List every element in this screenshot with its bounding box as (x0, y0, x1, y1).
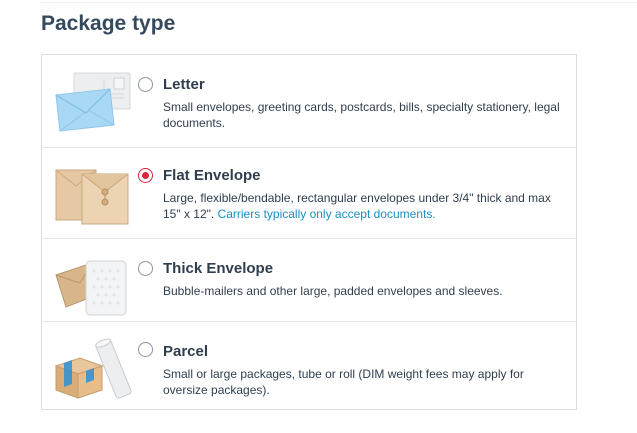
option-description: Small or large packages, tube or roll (D… (163, 366, 571, 398)
section-title: Package type (41, 12, 176, 35)
option-description: Bubble-mailers and other large, padded e… (163, 283, 571, 299)
option-title: Parcel (163, 343, 209, 360)
radio-letter[interactable] (138, 77, 153, 92)
option-flat-envelope[interactable]: Flat Envelope Large, flexible/bendable, … (42, 147, 576, 238)
letter-envelope-illustration (55, 72, 131, 132)
option-description: Large, flexible/bendable, rectangular en… (163, 190, 571, 222)
package-type-options: Letter Small envelopes, greeting cards, … (41, 54, 577, 410)
flat-envelope-illustration (55, 169, 129, 225)
option-description-text: Small or large packages, tube or roll (D… (163, 367, 524, 397)
radio-thick-envelope[interactable] (138, 261, 153, 276)
top-divider (40, 2, 637, 3)
option-description: Small envelopes, greeting cards, postcar… (163, 99, 571, 131)
radio-flat-envelope[interactable] (138, 168, 153, 183)
box-and-tube-illustration (54, 338, 132, 399)
radio-parcel[interactable] (138, 342, 153, 357)
option-parcel[interactable]: Parcel Small or large packages, tube or … (42, 321, 576, 409)
option-description-text: Bubble-mailers and other large, padded e… (163, 284, 503, 298)
option-title: Thick Envelope (163, 260, 274, 277)
option-title: Letter (163, 76, 205, 93)
padded-mailer-illustration (55, 260, 127, 316)
carrier-note: Carriers typically only accept documents… (217, 207, 436, 221)
option-description-text: Small envelopes, greeting cards, postcar… (163, 100, 560, 130)
option-letter[interactable]: Letter Small envelopes, greeting cards, … (42, 55, 576, 147)
option-thick-envelope[interactable]: Thick Envelope Bubble-mailers and other … (42, 238, 576, 321)
option-title: Flat Envelope (163, 167, 261, 184)
